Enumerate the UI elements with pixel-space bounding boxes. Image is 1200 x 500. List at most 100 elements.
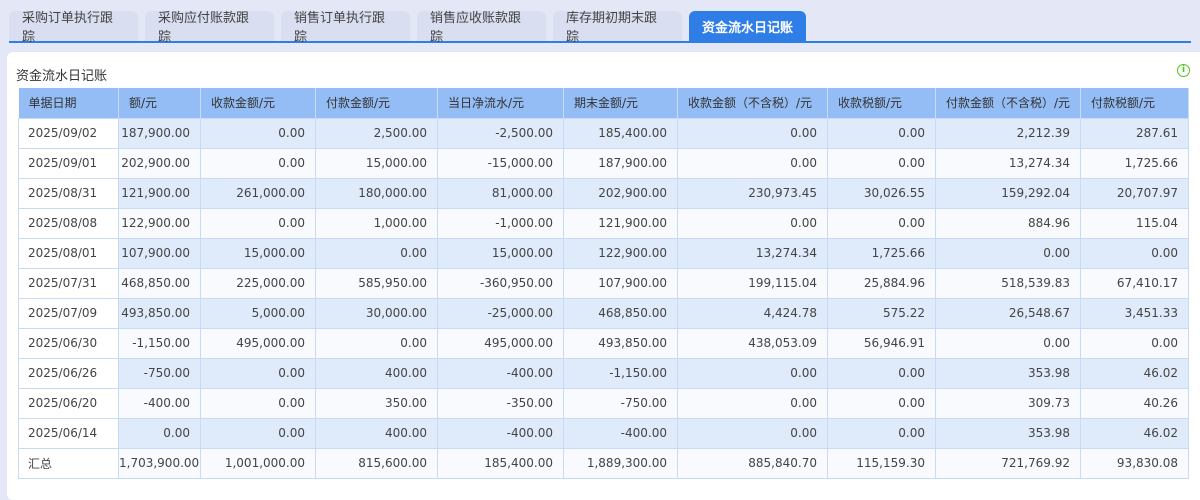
table-cell: 353.98 xyxy=(935,417,1081,449)
table-row[interactable]: 2025/06/30 -1,150.00 495,000.00 0.00 495,000… xyxy=(18,327,1189,359)
table-cell: 1,703,900.00 xyxy=(118,447,201,479)
table-cell: 0.00 xyxy=(200,147,316,179)
table-cell: 493,850.00 xyxy=(563,327,678,359)
table-cell: -360,950.00 xyxy=(437,267,564,299)
table-cell: 493,850.00 xyxy=(118,297,201,329)
table-cell: 187,900.00 xyxy=(118,117,201,149)
table-cell: 15,000.00 xyxy=(200,237,316,269)
table-cell: 261,000.00 xyxy=(200,177,316,209)
table-cell: 20,707.97 xyxy=(1080,177,1189,209)
table-cell: 202,900.00 xyxy=(563,177,678,209)
table-cell: 187,900.00 xyxy=(563,147,678,179)
table-cell: 0.00 xyxy=(827,207,936,239)
table-cell: 0.00 xyxy=(677,417,828,449)
table-cell: 0.00 xyxy=(677,207,828,239)
table-cell: 26,548.67 xyxy=(935,297,1081,329)
column-header[interactable]: 付款税额/元 xyxy=(1080,88,1189,118)
table-cell: 518,539.83 xyxy=(935,267,1081,299)
table-cell: 0.00 xyxy=(1080,237,1189,269)
table-row[interactable]: 2025/07/09 493,850.00 5,000.00 30,000.00 -25… xyxy=(18,297,1189,329)
table-cell: -400.00 xyxy=(118,387,201,419)
table-cell: 3,451.33 xyxy=(1080,297,1189,329)
table-cell: 400.00 xyxy=(315,417,438,449)
panel-title: 资金流水日记账 xyxy=(16,69,108,84)
table-cell: 汇总 xyxy=(18,447,119,479)
table-cell: 0.00 xyxy=(935,237,1081,269)
table-cell: 13,274.34 xyxy=(935,147,1081,179)
tab-4[interactable]: 库存期初期末跟踪 xyxy=(553,11,682,45)
table-row[interactable]: 2025/08/31 121,900.00 261,000.00 180,000.00… xyxy=(18,177,1189,209)
info-icon[interactable]: i xyxy=(1177,64,1190,77)
table-cell: 350.00 xyxy=(315,387,438,419)
table-cell: 0.00 xyxy=(200,207,316,239)
table-cell: 585,950.00 xyxy=(315,267,438,299)
table-cell: -400.00 xyxy=(437,357,564,389)
table-cell: 185,400.00 xyxy=(437,447,564,479)
column-header[interactable]: 付款金额/元 xyxy=(315,88,438,118)
table-cell: 121,900.00 xyxy=(118,177,201,209)
table-cell: 122,900.00 xyxy=(118,207,201,239)
column-header[interactable]: 当日净流水/元 xyxy=(437,88,564,118)
table-cell: 199,115.04 xyxy=(677,267,828,299)
table-cell: -750.00 xyxy=(118,357,201,389)
table-cell: 30,026.55 xyxy=(827,177,936,209)
table-cell: 46.02 xyxy=(1080,357,1189,389)
table-row[interactable]: 2025/06/14 0.00 0.00 400.00 -400.00 -400.00 0.… xyxy=(18,417,1189,449)
table-cell: 180,000.00 xyxy=(315,177,438,209)
table-cell: 468,850.00 xyxy=(563,297,678,329)
tab-3[interactable]: 销售应收账款跟踪 xyxy=(417,11,546,45)
column-header[interactable]: 收款税额/元 xyxy=(827,88,936,118)
tab-0[interactable]: 采购订单执行跟踪 xyxy=(9,11,138,45)
table-cell: 0.00 xyxy=(315,327,438,359)
table-cell: 0.00 xyxy=(200,417,316,449)
table-cell: 0.00 xyxy=(677,147,828,179)
column-header[interactable]: 收款金额（不含税）/元 xyxy=(677,88,828,118)
table-row[interactable]: 2025/08/01 107,900.00 15,000.00 0.00 15,000.… xyxy=(18,237,1189,269)
table-cell: 0.00 xyxy=(827,147,936,179)
summary-row[interactable]: 汇总 1,703,900.00 1,001,000.00 815,600.00 185,… xyxy=(18,447,1189,479)
table-cell: 1,725.66 xyxy=(827,237,936,269)
table-cell: 0.00 xyxy=(200,387,316,419)
table-cell: 815,600.00 xyxy=(315,447,438,479)
table-cell: 185,400.00 xyxy=(563,117,678,149)
column-header[interactable]: 付款金额（不含税）/元 xyxy=(935,88,1081,118)
table-cell: 0.00 xyxy=(677,387,828,419)
table-cell: 4,424.78 xyxy=(677,297,828,329)
table-cell: 0.00 xyxy=(200,117,316,149)
table-cell: 468,850.00 xyxy=(118,267,201,299)
table-cell: -750.00 xyxy=(563,387,678,419)
tab-bar: 采购订单执行跟踪 采购应付账款跟踪 销售订单执行跟踪 销售应收账款跟踪 库存期初期末跟踪… xyxy=(9,11,1191,45)
tab-5[interactable]: 资金流水日记账 xyxy=(689,11,806,41)
table-cell: 1,889,300.00 xyxy=(563,447,678,479)
table-cell: 122,900.00 xyxy=(563,237,678,269)
tab-2[interactable]: 销售订单执行跟踪 xyxy=(281,11,410,45)
column-header[interactable]: 期末金额/元 xyxy=(563,88,678,118)
table-cell: 2025/08/01 xyxy=(18,237,119,269)
table-row[interactable]: 2025/06/20 -400.00 0.00 350.00 -350.00 -750.0… xyxy=(18,387,1189,419)
table-cell: 15,000.00 xyxy=(437,237,564,269)
table-cell: 40.26 xyxy=(1080,387,1189,419)
table-cell: 93,830.08 xyxy=(1080,447,1189,479)
table-row[interactable]: 2025/09/01 202,900.00 0.00 15,000.00 -15,000… xyxy=(18,147,1189,179)
table-row[interactable]: 2025/07/31 468,850.00 225,000.00 585,950.00… xyxy=(18,267,1189,299)
table-cell: 2,212.39 xyxy=(935,117,1081,149)
cash-journal-table: 单据日期 额/元 收款金额/元 付款金额/元 当日净流水/元 期末金额/元 收款金额（不含税… xyxy=(18,88,1189,479)
table-cell: 438,053.09 xyxy=(677,327,828,359)
table-cell: 159,292.04 xyxy=(935,177,1081,209)
table-row[interactable]: 2025/08/08 122,900.00 0.00 1,000.00 -1,000.0… xyxy=(18,207,1189,239)
table-cell: 721,769.92 xyxy=(935,447,1081,479)
column-header[interactable]: 额/元 xyxy=(118,88,201,118)
column-header[interactable]: 收款金额/元 xyxy=(200,88,316,118)
column-header[interactable]: 单据日期 xyxy=(18,88,119,118)
table-cell: -350.00 xyxy=(437,387,564,419)
table-row[interactable]: 2025/09/02 187,900.00 0.00 2,500.00 -2,500.0… xyxy=(18,117,1189,149)
table-row[interactable]: 2025/06/26 -750.00 0.00 400.00 -400.00 -1,150… xyxy=(18,357,1189,389)
table-cell: 885,840.70 xyxy=(677,447,828,479)
table-cell: 2025/08/31 xyxy=(18,177,119,209)
table-cell: 230,973.45 xyxy=(677,177,828,209)
table-cell: -1,150.00 xyxy=(563,357,678,389)
table-cell: -400.00 xyxy=(437,417,564,449)
tab-1[interactable]: 采购应付账款跟踪 xyxy=(145,11,274,45)
table-cell: 2025/06/30 xyxy=(18,327,119,359)
table-cell: -400.00 xyxy=(563,417,678,449)
